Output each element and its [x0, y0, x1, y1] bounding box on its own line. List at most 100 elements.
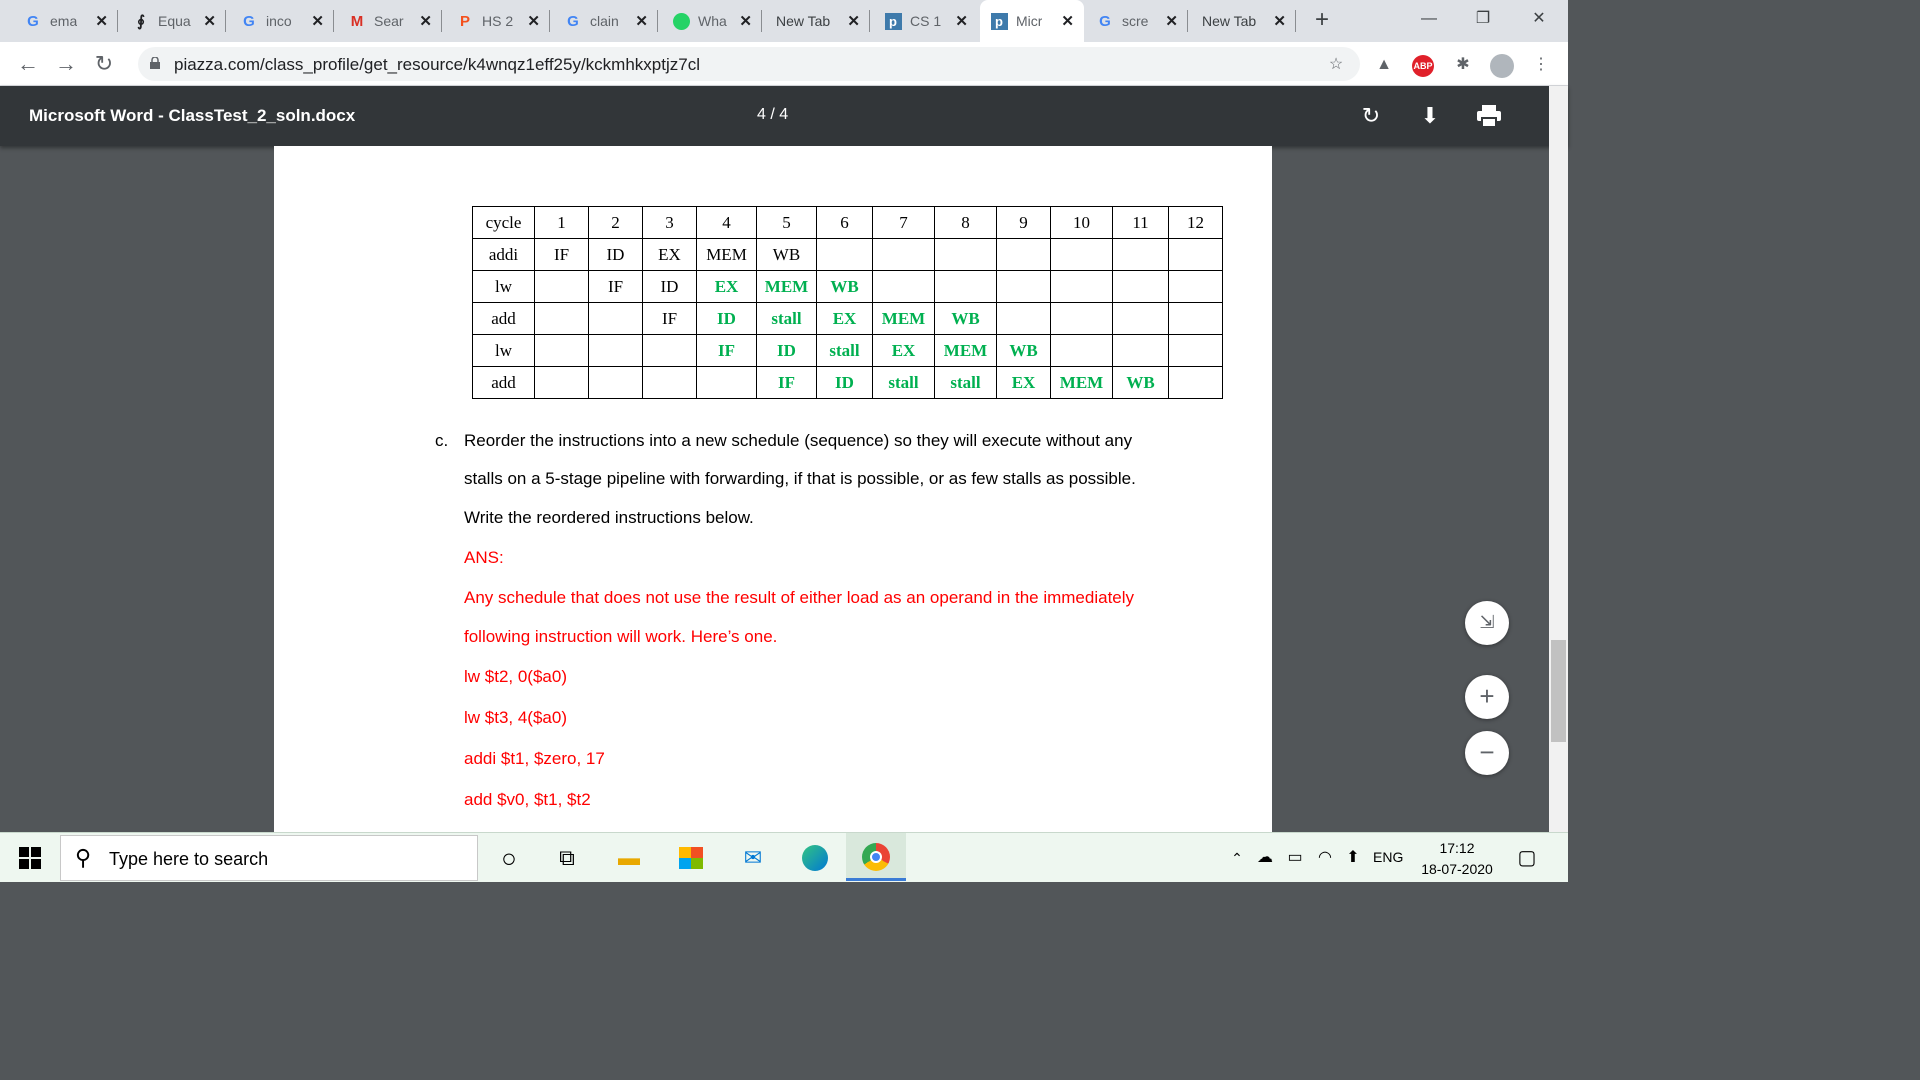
- edge-icon[interactable]: [800, 843, 830, 873]
- pdf-toolbar: Microsoft Word - ClassTest_2_soln.docx 4…: [0, 86, 1568, 146]
- stage-cell: [934, 270, 997, 303]
- chrome-taskbar-button[interactable]: [846, 833, 906, 881]
- stage-cell: stall: [816, 334, 873, 367]
- new-tab-button[interactable]: +: [1307, 6, 1337, 36]
- tab-12[interactable]: New Tab ✕: [1192, 0, 1296, 42]
- forward-button[interactable]: →: [52, 50, 80, 78]
- stage-cell: [1168, 270, 1223, 303]
- address-bar[interactable]: piazza.com/class_profile/get_resource/k4…: [138, 47, 1360, 81]
- tab-1[interactable]: G ema ✕: [14, 0, 118, 42]
- close-window-button[interactable]: ✕: [1516, 6, 1562, 36]
- table-header-cell: 10: [1050, 206, 1113, 239]
- restore-button[interactable]: ❐: [1460, 6, 1506, 36]
- tab-9[interactable]: p CS 1 ✕: [874, 0, 978, 42]
- gmail-icon: M: [350, 12, 364, 30]
- zoom-out-button[interactable]: −: [1465, 731, 1509, 775]
- stage-cell: WB: [934, 302, 997, 335]
- task-view-icon[interactable]: ⧉: [552, 843, 582, 873]
- back-button[interactable]: ←: [14, 50, 42, 78]
- profile-avatar[interactable]: [1490, 54, 1514, 78]
- stage-cell: WB: [756, 238, 817, 271]
- close-icon[interactable]: ✕: [847, 12, 860, 30]
- clock[interactable]: 17:12 18-07-2020: [1412, 838, 1502, 880]
- onedrive-icon[interactable]: ☁: [1250, 843, 1280, 873]
- tab-8[interactable]: New Tab ✕: [766, 0, 870, 42]
- table-row: addi IF ID EX MEM WB: [472, 238, 1223, 271]
- zoom-in-button[interactable]: +: [1465, 675, 1509, 719]
- tab-3[interactable]: G inco ✕: [230, 0, 334, 42]
- tab-4[interactable]: M Sear ✕: [338, 0, 442, 42]
- scrollbar-thumb[interactable]: [1551, 640, 1566, 742]
- tab-6[interactable]: G clain ✕: [554, 0, 658, 42]
- taskbar-search-box[interactable]: ⚲ Type here to search: [60, 835, 478, 881]
- close-icon[interactable]: ✕: [955, 12, 968, 30]
- tab-7[interactable]: Wha ✕: [662, 0, 762, 42]
- adblock-icon[interactable]: ABP: [1412, 54, 1434, 77]
- tab-5[interactable]: P HS 2 ✕: [446, 0, 550, 42]
- stage-cell: MEM: [872, 302, 935, 335]
- stage-cell: [1050, 334, 1113, 367]
- mail-icon[interactable]: ✉: [738, 843, 768, 873]
- print-icon[interactable]: [1475, 102, 1503, 130]
- menu-dots-icon[interactable]: ⋮: [1530, 54, 1552, 76]
- minimize-button[interactable]: —: [1406, 6, 1452, 36]
- reload-button[interactable]: ↻: [90, 50, 118, 78]
- battery-icon[interactable]: ▭: [1280, 843, 1310, 873]
- stage-cell: [1050, 270, 1113, 303]
- close-icon[interactable]: ✕: [527, 12, 540, 30]
- language-indicator[interactable]: ENG: [1373, 849, 1403, 865]
- tab-label: inco: [266, 13, 292, 29]
- page-indicator: 4 / 4: [757, 106, 789, 123]
- store-icon[interactable]: [676, 843, 706, 873]
- file-explorer-icon[interactable]: ▬: [614, 843, 644, 873]
- table-header-cell: 1: [534, 206, 589, 239]
- stage-cell: IF: [642, 302, 697, 335]
- whatsapp-icon: [672, 12, 690, 30]
- stage-cell: stall: [756, 302, 817, 335]
- stage-cell: ID: [588, 238, 643, 271]
- stage-cell: [996, 302, 1051, 335]
- pdf-title: Microsoft Word - ClassTest_2_soln.docx: [29, 106, 356, 125]
- stage-cell: stall: [872, 366, 935, 399]
- table-header-cell: 12: [1168, 206, 1223, 239]
- table-header-cell: 8: [934, 206, 997, 239]
- tab-10-active[interactable]: p Micr ✕: [980, 0, 1084, 42]
- tab-11[interactable]: G scre ✕: [1086, 0, 1188, 42]
- fit-page-button[interactable]: ⇲: [1465, 601, 1509, 645]
- stage-cell: [588, 334, 643, 367]
- url-text: piazza.com/class_profile/get_resource/k4…: [174, 55, 700, 74]
- tab-2[interactable]: ∮ Equa ✕: [122, 0, 226, 42]
- close-icon[interactable]: ✕: [1165, 12, 1178, 30]
- windows-start-icon[interactable]: [15, 843, 45, 873]
- extensions-puzzle-icon[interactable]: ✱: [1452, 54, 1474, 76]
- close-icon[interactable]: ✕: [739, 12, 752, 30]
- browser-toolbar: ← → ↻ piazza.com/class_profile/get_resou…: [0, 42, 1568, 86]
- clock-date: 18-07-2020: [1421, 861, 1493, 877]
- stage-cell: [534, 302, 589, 335]
- close-icon[interactable]: ✕: [1273, 12, 1286, 30]
- stage-cell: [1050, 238, 1113, 271]
- windows-taskbar: ⚲ Type here to search ○ ⧉ ▬ ✉ ⌃ ☁ ▭ ◠ ⬆ …: [0, 832, 1568, 882]
- close-icon[interactable]: ✕: [203, 12, 216, 30]
- download-icon[interactable]: ⬇: [1416, 102, 1444, 130]
- close-icon[interactable]: ✕: [1061, 12, 1074, 30]
- question-line: Reorder the instructions into a new sche…: [464, 431, 1133, 450]
- bookmark-star-icon[interactable]: ☆: [1325, 54, 1347, 76]
- table-row: add IF ID stall EX MEM WB: [472, 302, 1223, 335]
- answer-heading: ANS:: [464, 548, 504, 567]
- stage-cell: [642, 334, 697, 367]
- show-hidden-icons[interactable]: ⌃: [1222, 843, 1252, 873]
- notifications-icon[interactable]: ▢: [1512, 843, 1542, 873]
- wifi-icon[interactable]: ◠: [1310, 843, 1340, 873]
- close-icon[interactable]: ✕: [95, 12, 108, 30]
- close-icon[interactable]: ✕: [635, 12, 648, 30]
- close-icon[interactable]: ✕: [419, 12, 432, 30]
- clock-time: 17:12: [1439, 840, 1475, 856]
- cortana-icon[interactable]: ○: [494, 843, 524, 873]
- stage-cell: [1112, 334, 1169, 367]
- upload-icon[interactable]: ⬆: [1338, 843, 1368, 873]
- close-icon[interactable]: ✕: [311, 12, 324, 30]
- stage-cell: ID: [816, 366, 873, 399]
- drive-icon[interactable]: ▲: [1373, 54, 1395, 76]
- rotate-icon[interactable]: ↻: [1357, 102, 1385, 130]
